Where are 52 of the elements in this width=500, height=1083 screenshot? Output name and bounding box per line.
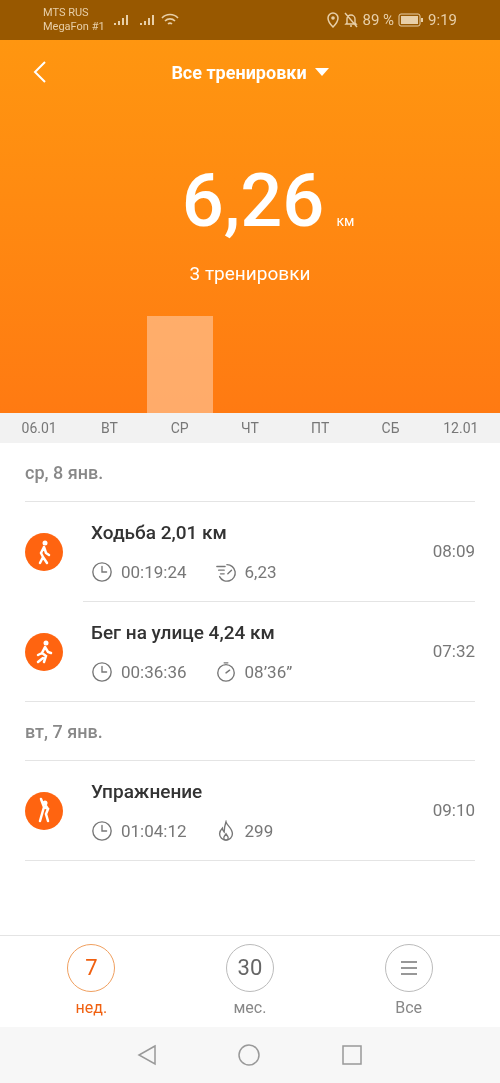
workout-time: 09:10 (432, 799, 475, 823)
workout-stat: 08’36” (244, 660, 293, 684)
exercising-person-icon (25, 792, 63, 830)
clock-time: 9:19 (428, 9, 457, 31)
location-icon (326, 12, 341, 28)
day-label: ЧТ (241, 418, 259, 438)
workout-time: 07:32 (432, 640, 475, 664)
day-label: ПТ (311, 418, 330, 438)
workout-title: Ходьба 2,01 км (91, 520, 228, 546)
carrier-name: MegaFon #1 (43, 20, 105, 34)
workout-count: 3 тренировки (189, 261, 311, 287)
workout-time: 08:09 (432, 540, 475, 564)
distance-unit: км (336, 212, 355, 231)
recents-square-icon[interactable] (341, 1044, 363, 1066)
battery-icon (398, 13, 425, 27)
day-label: СБ (381, 418, 400, 438)
workout-row[interactable]: Упражнение 01:04:12 299 09:10 (25, 761, 475, 861)
workout-title: Упражнение (91, 779, 204, 805)
workout-stat: 01:04:12 (121, 819, 187, 843)
carrier-name: MTS RUS (43, 6, 90, 20)
stopwatch-icon (214, 661, 237, 684)
workout-stat: 00:19:24 (121, 560, 187, 584)
total-distance: 6,26 (181, 164, 325, 238)
battery-percent: 89 % (362, 9, 395, 31)
day-label: СР (170, 418, 189, 438)
clock-icon (91, 820, 113, 843)
wifi-icon (160, 13, 179, 27)
back-triangle-icon[interactable] (137, 1044, 157, 1066)
menu-icon (398, 959, 419, 976)
day-label: ВТ (100, 418, 118, 438)
home-circle-icon[interactable] (237, 1043, 261, 1067)
signal-icon (112, 13, 131, 27)
clock-icon (91, 561, 113, 584)
workout-stat: 00:36:36 (121, 660, 187, 684)
workout-stat: 299 (244, 819, 274, 843)
day-label: 12.01 (443, 418, 479, 438)
workout-stat: 6,23 (244, 560, 277, 584)
signal-icon (138, 13, 157, 27)
date-heading: ср, 8 янв. (25, 460, 104, 485)
back-icon (32, 60, 48, 84)
day-label: 06.01 (21, 418, 57, 438)
walking-person-icon (25, 533, 63, 571)
workout-title: Бег на улице 4,24 км (91, 620, 276, 646)
clock-icon (91, 661, 113, 684)
muted-bell-icon (344, 12, 359, 28)
dropdown-caret-icon (314, 67, 329, 77)
back-button[interactable] (32, 60, 48, 84)
speedometer-icon (214, 561, 237, 584)
running-person-icon (25, 633, 63, 671)
date-heading: вт, 7 янв. (25, 719, 103, 744)
workout-row[interactable]: Ходьба 2,01 км 00:19:24 6,23 08:09 (25, 502, 475, 602)
workout-row[interactable]: Бег на улице 4,24 км 00:36:36 08’36” 07:32 (25, 602, 475, 702)
